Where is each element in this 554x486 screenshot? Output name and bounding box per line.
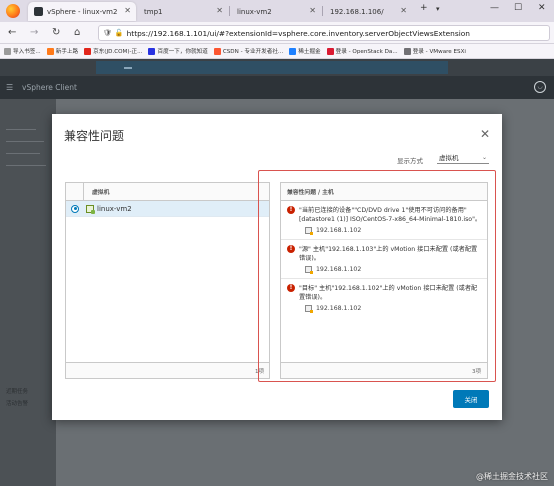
shield-icon[interactable]: 🛡 (103, 29, 112, 37)
bookmarks-toolbar: 导入书签... 新手上路 京东(JD.COM)-正... 百度一下，你就知道 C… (0, 44, 554, 59)
bookmark-item[interactable]: 导入书签... (4, 47, 41, 55)
vm-row[interactable]: linux-vm2 (66, 201, 269, 217)
tab-separator (322, 6, 323, 16)
tab-linux-vm2[interactable]: linux-vm2 ✕ (231, 2, 321, 21)
home-icon[interactable]: ⌂ (74, 27, 80, 38)
compatibility-issues-dialog: 兼容性问题 ✕ 显示方式 虚拟机 ⌄ 虚拟机 linux-vm2 1项 兼容性问… (52, 114, 502, 420)
vm-grid-footer: 1项 (66, 362, 269, 378)
openstack-icon (326, 47, 334, 55)
bookmark-item[interactable]: 京东(JD.COM)-正... (84, 47, 142, 55)
juejin-icon (289, 47, 297, 55)
maximize-icon[interactable]: ☐ (514, 3, 522, 13)
tab-separator (229, 6, 230, 16)
baidu-icon (148, 47, 156, 55)
inventory-sidebar: 近期任务 活动告警 (0, 99, 56, 486)
close-window-icon[interactable]: ✕ (538, 3, 546, 13)
tab-label: linux-vm2 (237, 7, 272, 16)
vsphere-favicon-icon (34, 7, 43, 16)
annotation-highlight-box (258, 170, 496, 382)
select-column-header (66, 182, 84, 201)
notification-banner (96, 61, 448, 74)
tree-node[interactable] (6, 153, 40, 154)
watermark: @稀土掘金技术社区 (476, 472, 548, 481)
back-arrow-icon[interactable]: ← (8, 27, 16, 38)
vm-name: linux-vm2 (97, 204, 132, 213)
bookmark-item[interactable]: 新手上路 (46, 47, 78, 55)
radio-cell[interactable] (66, 201, 84, 217)
app-brand: vSphere Client (22, 83, 77, 92)
dialog-title: 兼容性问题 (64, 129, 125, 143)
recent-tasks-label[interactable]: 近期任务 (6, 387, 28, 395)
reload-icon[interactable]: ↻ (52, 27, 60, 38)
app-header (0, 59, 554, 76)
jd-icon (84, 47, 92, 55)
browser-nav-bar: ← → ↻ ⌂ 🛡 🔓 https://192.168.1.101/ui/#?e… (0, 22, 554, 44)
bookmark-item[interactable]: 登录 - OpenStack Da... (326, 47, 398, 55)
close-tab-icon[interactable]: ✕ (400, 6, 407, 15)
column-header-vm[interactable]: 虚拟机 (84, 187, 109, 196)
tree-node[interactable] (6, 129, 36, 130)
tree-node[interactable] (6, 141, 44, 142)
tab-list-chevron-icon[interactable]: ▾ (436, 5, 440, 13)
feedback-smiley-icon[interactable]: ◡ (534, 81, 546, 93)
banner-action-button[interactable] (124, 66, 132, 69)
bookmark-item[interactable]: 稀土掘金 (289, 47, 321, 55)
alarms-label[interactable]: 活动告警 (6, 399, 28, 407)
close-button[interactable]: 关闭 (453, 390, 489, 408)
browser-tab-strip: vSphere - linux-vm2 ✕ tmp1 ✕ linux-vm2 ✕… (0, 0, 554, 22)
tree-node[interactable] (6, 165, 46, 166)
tab-tmp1[interactable]: tmp1 ✕ (138, 2, 228, 21)
close-tab-icon[interactable]: ✕ (124, 6, 131, 15)
tab-label: vSphere - linux-vm2 (47, 7, 118, 16)
minimize-icon[interactable]: — (490, 3, 499, 13)
vm-icon (86, 204, 95, 214)
tab-192-168-1-106[interactable]: 192.168.1.106/ ✕ (324, 2, 412, 21)
bookmark-item[interactable]: 登录 - VMware ESXi (403, 47, 466, 55)
csdn-icon (213, 47, 221, 55)
bookmark-item[interactable]: 百度一下，你就知道 (148, 47, 208, 55)
view-mode-select[interactable]: 虚拟机 ⌄ (437, 151, 489, 164)
vm-grid: 虚拟机 linux-vm2 1项 (65, 182, 270, 379)
lock-warning-icon[interactable]: 🔓 (115, 29, 124, 37)
chevron-down-icon: ⌄ (481, 153, 487, 161)
address-bar[interactable]: 🛡 🔓 https://192.168.1.101/ui/#?extension… (98, 25, 550, 41)
firefox-icon (46, 47, 54, 55)
app-top-nav: ☰ vSphere Client ◡ (0, 76, 554, 99)
menu-icon[interactable]: ☰ (6, 83, 13, 92)
view-mode-value: 虚拟机 (439, 154, 459, 162)
firefox-logo-icon[interactable] (6, 4, 20, 18)
bookmark-item[interactable]: CSDN - 专业开发者社... (213, 47, 283, 55)
forward-arrow-icon[interactable]: → (30, 27, 38, 38)
tab-label: tmp1 (144, 7, 163, 16)
tab-vsphere[interactable]: vSphere - linux-vm2 ✕ (28, 2, 136, 21)
vm-radio-button[interactable] (71, 204, 79, 213)
tab-label: 192.168.1.106/ (330, 7, 384, 16)
vmware-icon (403, 47, 411, 55)
new-tab-button[interactable]: + (420, 3, 428, 13)
close-tab-icon[interactable]: ✕ (309, 6, 316, 15)
view-mode-label: 显示方式 (397, 157, 423, 165)
close-tab-icon[interactable]: ✕ (216, 6, 223, 15)
close-icon[interactable]: ✕ (480, 128, 490, 140)
vm-grid-header: 虚拟机 (66, 182, 269, 201)
folder-icon (4, 47, 11, 55)
url-text: https://192.168.1.101/ui/#?extensionId=v… (126, 28, 470, 38)
